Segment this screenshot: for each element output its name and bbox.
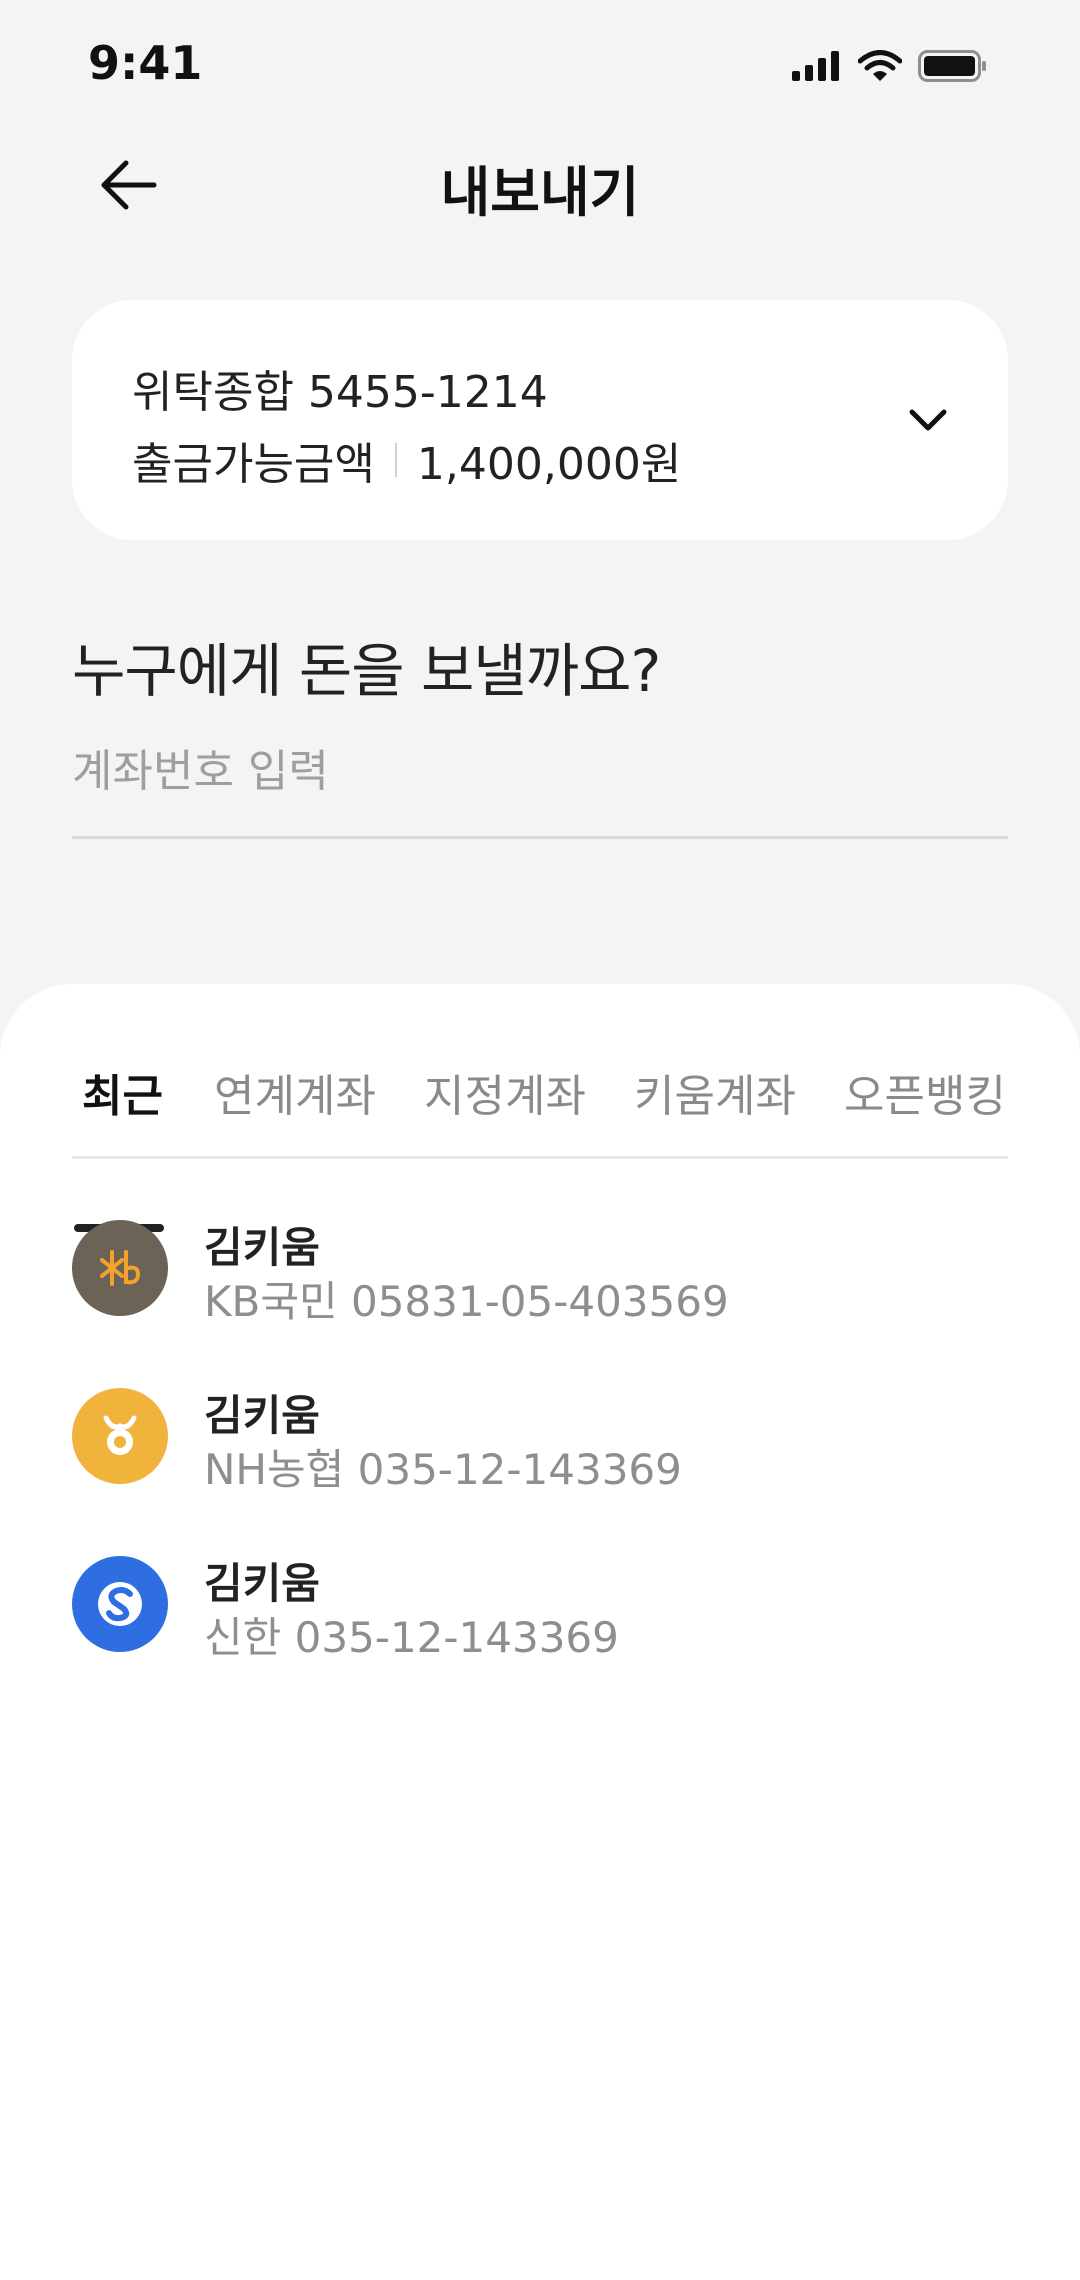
shinhan-bank-logo-icon [72,1556,168,1652]
tab-linked-accounts[interactable]: 연계계좌 [214,1060,376,1124]
page-title: 내보내기 [440,161,640,224]
tab-open-banking[interactable]: 오픈뱅킹 [844,1060,1006,1124]
recipient-account: NH농협 035-12-143369 [204,1445,682,1494]
transfer-screen: 9:41 내보내기 위탁종합 5455-1214 출금가능금액 1,400,00… [0,0,1080,2280]
recent-recipient-list: 김키움 KB국민 05831-05-403569 김키움 NH농협 035-12… [72,1220,1008,1724]
balance-row: 출금가능금액 1,400,000원 [132,428,681,492]
account-number-field [72,740,1008,839]
tab-designated-accounts[interactable]: 지정계좌 [424,1060,586,1124]
signal-icon [792,51,842,85]
tab-recent[interactable]: 최근 [82,1060,163,1124]
status-icons [792,50,988,86]
balance-divider [394,443,397,477]
recent-recipient-item[interactable]: 김키움 신한 035-12-143369 [72,1556,1008,1724]
nh-bank-logo-icon [72,1388,168,1484]
balance-value: 1,400,000원 [416,439,682,490]
status-time: 9:41 [88,36,203,90]
kb-bank-logo-icon [72,1220,168,1316]
battery-icon [918,50,988,86]
account-name: 위탁종합 5455-1214 [132,367,548,418]
chevron-down-icon[interactable] [904,400,952,440]
recipient-tabs: 최근 연계계좌 지정계좌 키움계좌 오픈뱅킹 [72,1060,1008,1232]
tab-kiwoom-accounts[interactable]: 키움계좌 [634,1060,796,1124]
header: 내보내기 [0,132,1080,242]
recipient-account: 신한 035-12-143369 [204,1613,619,1662]
status-bar: 9:41 [0,0,1080,132]
recent-recipient-item[interactable]: 김키움 KB국민 05831-05-403569 [72,1220,1008,1388]
recipient-name: 김키움 [204,1391,320,1440]
recipient-sheet: 최근 연계계좌 지정계좌 키움계좌 오픈뱅킹 김키움 KB국민 05831-05… [0,984,1080,2280]
account-number-input[interactable] [72,740,1008,797]
recipient-name: 김키움 [204,1223,320,1272]
recent-recipient-item[interactable]: 김키움 NH농협 035-12-143369 [72,1388,1008,1556]
transfer-question: 누구에게 돈을 보낼까요? [72,637,661,705]
account-selector[interactable]: 위탁종합 5455-1214 출금가능금액 1,400,000원 [72,300,1008,540]
recipient-name: 김키움 [204,1559,320,1608]
wifi-icon [857,50,903,86]
recipient-account: KB국민 05831-05-403569 [204,1277,729,1326]
balance-label: 출금가능금액 [132,439,375,490]
